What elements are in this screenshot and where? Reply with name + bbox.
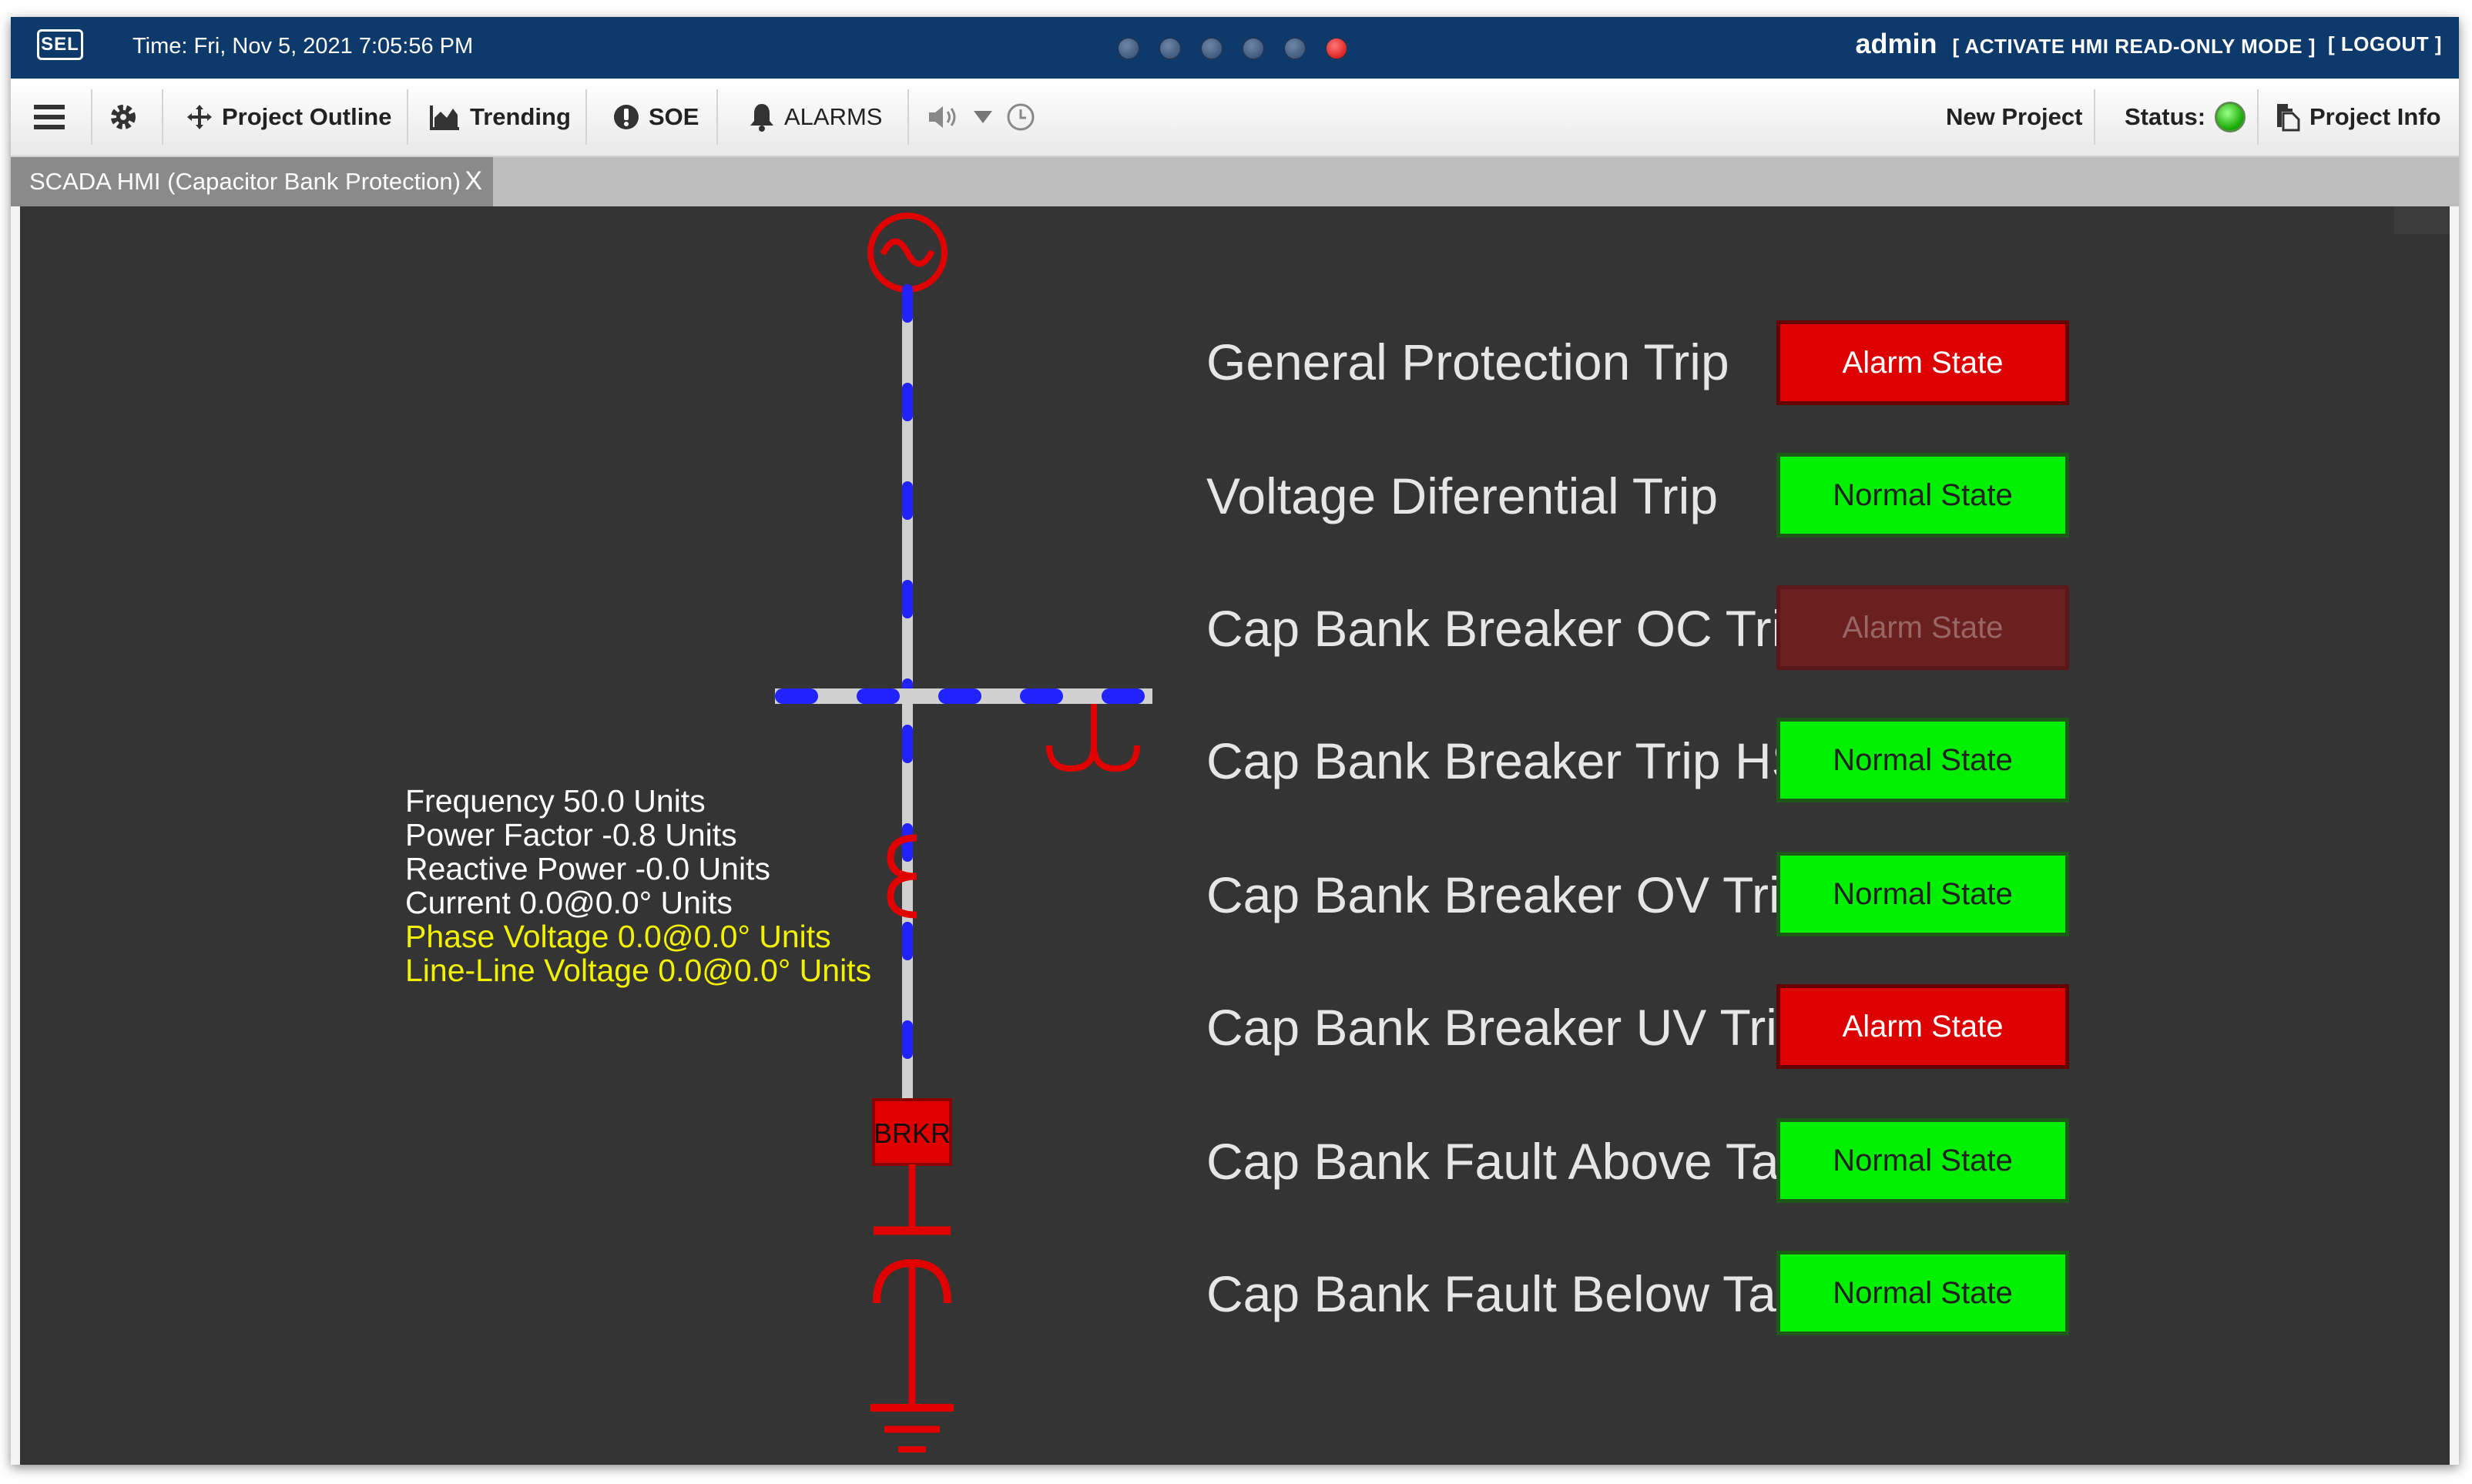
page-dot-4[interactable] [1242,37,1265,60]
project-info-button[interactable]: Project Info [2276,79,2441,156]
indicator-label-general-protection-trip: General Protection Trip [1206,333,1729,390]
indicator-label-fault-below-tap: Cap Bank Fault Below Tap [1206,1265,1805,1322]
soe-button[interactable]: SOE [613,79,699,156]
sound-controls [927,79,1035,156]
clock-icon[interactable] [1006,102,1035,132]
scroll-corner [2394,206,2450,234]
exclamation-circle-icon [613,104,639,130]
load-symbol-icon [1046,704,1140,772]
page-dot-1[interactable] [1117,37,1140,60]
page-dot-5[interactable] [1283,37,1306,60]
reactive-power-readout: Reactive Power -0.0 Units [405,851,770,886]
measurement-readout: Frequency 50.0 Units Power Factor -0.8 U… [405,784,871,987]
move-arrows-icon [186,104,213,130]
user-area: admin [ ACTIVATE HMI READ-ONLY MODE ] [1856,28,2316,60]
document-copy-icon [2276,102,2300,132]
indicator-state-fault-above-tap[interactable]: Normal State [1776,1118,2069,1203]
soe-label: SOE [649,103,699,130]
menu-button[interactable] [34,79,65,156]
tab-title: SCADA HMI (Capacitor Bank Protection) [29,168,461,195]
breaker-label: BRKR [874,1117,951,1149]
trending-label: Trending [470,103,571,130]
line-line-voltage-readout: Line-Line Voltage 0.0@0.0° Units [405,953,872,988]
indicator-label-breaker-ov-trip: Cap Bank Breaker OV Trip [1206,866,1809,923]
hamburger-menu-icon [34,103,65,131]
frequency-readout: Frequency 50.0 Units [405,783,706,819]
indicator-state-breaker-trip-hs[interactable]: Normal State [1776,718,2069,802]
project-info-label: Project Info [2309,103,2441,130]
indicator-label-voltage-differential-trip: Voltage Diferential Trip [1206,467,1719,524]
page-dot-6-active[interactable] [1325,37,1348,60]
indicator-label-breaker-uv-trip: Cap Bank Breaker UV Trip [1206,999,1806,1056]
indicator-label-fault-above-tap: Cap Bank Fault Above Tap [1206,1133,1808,1190]
indicator-state-breaker-ov-trip[interactable]: Normal State [1776,852,2069,936]
phase-voltage-readout: Phase Voltage 0.0@0.0° Units [405,919,831,954]
page-dot-3[interactable] [1200,37,1223,60]
hmi-canvas: BRKR Frequency 50.0 Units Power Factor -… [20,206,2450,1465]
hmi-window: SEL Time: Fri, Nov 5, 2021 7:05:56 PM ad… [11,17,2459,1465]
indicator-label-breaker-trip-hs: Cap Bank Breaker Trip HS [1206,732,1806,789]
sel-logo: SEL [37,29,83,60]
page-dot-2[interactable] [1159,37,1182,60]
tab-bar: SCADA HMI (Capacitor Bank Protection) X [11,157,2459,206]
trending-button[interactable]: Trending [430,79,571,156]
new-project-label: New Project [1946,103,2083,130]
bell-icon [749,102,775,132]
status-label: Status: [2125,103,2206,130]
status-led-icon [2215,102,2246,132]
area-chart-icon [430,104,461,130]
activate-read-only-link[interactable]: [ ACTIVATE HMI READ-ONLY MODE ] [1953,35,2316,59]
indicator-label-breaker-oc-trip: Cap Bank Breaker OC Trip [1206,600,1811,657]
indicator-state-general-protection-trip[interactable]: Alarm State [1776,320,2069,405]
logout-link[interactable]: [ LOGOUT ] [2328,32,2442,55]
page-indicator-dots [1117,37,1348,60]
capacitor-bank-icon [873,1164,951,1408]
speaker-icon[interactable] [927,104,960,130]
indicator-state-voltage-differential-trip[interactable]: Normal State [1776,453,2069,538]
indicator-state-breaker-oc-trip[interactable]: Alarm State [1776,585,2069,670]
gear-icon [108,102,139,132]
toolbar: Project Outline Trending SOE ALARMS New … [11,79,2459,157]
alarms-button[interactable]: ALARMS [749,79,882,156]
tab-scada-hmi[interactable]: SCADA HMI (Capacitor Bank Protection) X [11,157,493,206]
user-name: admin [1855,28,1937,59]
indicator-state-fault-below-tap[interactable]: Normal State [1776,1251,2069,1335]
alarms-label: ALARMS [784,103,883,130]
status-indicator: Status: [2125,79,2246,156]
power-factor-readout: Power Factor -0.8 Units [405,817,737,853]
top-bar: SEL Time: Fri, Nov 5, 2021 7:05:56 PM ad… [11,17,2459,79]
generator-icon[interactable] [867,213,948,293]
new-project-button[interactable]: New Project [1946,79,2082,156]
indicator-state-breaker-uv-trip[interactable]: Alarm State [1776,984,2069,1069]
project-outline-label: Project Outline [222,103,392,130]
project-outline-button[interactable]: Project Outline [186,79,391,156]
settings-button[interactable] [108,79,139,156]
ground-icon [870,1404,954,1452]
current-readout: Current 0.0@0.0° Units [405,885,733,920]
chevron-down-icon[interactable] [972,109,994,125]
close-tab-icon[interactable]: X [465,166,482,196]
breaker-icon[interactable]: BRKR [872,1098,952,1166]
clock-display: Time: Fri, Nov 5, 2021 7:05:56 PM [132,34,474,59]
